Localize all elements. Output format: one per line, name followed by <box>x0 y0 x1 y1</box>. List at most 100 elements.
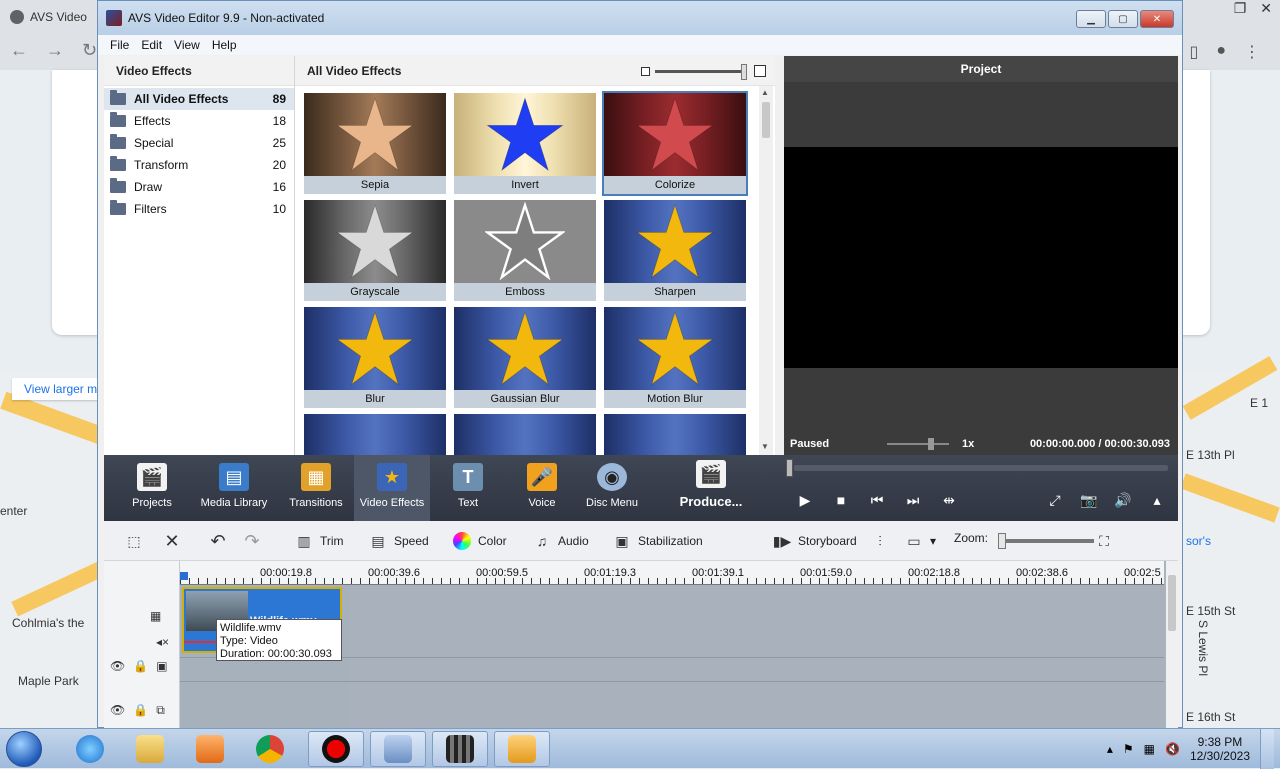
stop-icon[interactable]: ■ <box>830 489 852 511</box>
taskbar-control-panel[interactable] <box>494 731 550 767</box>
eye-icon[interactable]: 👁 <box>110 659 125 673</box>
speed-button[interactable]: ▤ Speed <box>368 531 428 551</box>
tool-projects[interactable]: 🎬 Projects <box>114 455 190 521</box>
effect-tile-motion-blur[interactable]: Motion Blur <box>604 307 746 408</box>
thumbnail-large-icon[interactable] <box>754 65 766 77</box>
effect-tile-partial[interactable] <box>604 414 746 455</box>
zoom-slider[interactable] <box>1004 539 1094 543</box>
play-icon[interactable]: ▶ <box>794 489 816 511</box>
menu-help[interactable]: Help <box>210 38 239 52</box>
taskbar-internet-explorer[interactable] <box>62 731 118 767</box>
category-filters[interactable]: Filters 10 <box>104 198 294 220</box>
network-warning-icon[interactable]: ⚑ <box>1123 742 1134 756</box>
trim-button[interactable]: ▥ Trim <box>294 531 343 551</box>
close-button[interactable]: ✕ <box>1140 10 1174 28</box>
tool-produce[interactable]: 🎬 Produce... <box>666 455 756 521</box>
taskbar-file-explorer[interactable] <box>122 731 178 767</box>
effect-tile-blur[interactable]: Blur <box>304 307 446 408</box>
tool-video-effects[interactable]: ★ Video Effects <box>354 455 430 521</box>
category-all-video-effects[interactable]: All Video Effects 89 <box>104 88 294 110</box>
stabilization-button[interactable]: ▣ Stabilization <box>612 531 702 551</box>
effect-tile-partial[interactable] <box>454 414 596 455</box>
fullscreen-icon[interactable]: ⤢ <box>1044 489 1066 511</box>
tool-voice[interactable]: 🎤 Voice <box>504 455 580 521</box>
color-button[interactable]: Color <box>452 531 507 551</box>
effect-tile-invert[interactable]: Invert <box>454 93 596 194</box>
undo-button[interactable]: ↶ <box>208 531 228 551</box>
select-icon[interactable]: ⬚ <box>124 531 144 551</box>
tray-expand-icon[interactable]: ▴ <box>1107 742 1113 756</box>
display-mode-button[interactable]: ▭ ▾ <box>904 531 936 551</box>
next-frame-icon[interactable]: ⏭ <box>902 489 924 511</box>
speed-slider-handle[interactable] <box>928 438 934 450</box>
network-icon[interactable]: ▦ <box>1144 742 1155 756</box>
tool-disc-menu[interactable]: ◉ Disc Menu <box>574 455 650 521</box>
effect-tile-sepia[interactable]: Sepia <box>304 93 446 194</box>
forward-icon[interactable]: → <box>46 40 64 61</box>
effect-tile-emboss[interactable]: Emboss <box>454 200 596 301</box>
timeline-ruler[interactable]: 00:00:19.8 00:00:39.6 00:00:59.5 00:01:1… <box>180 561 1164 585</box>
previous-frame-icon[interactable]: ⏮ <box>866 489 888 511</box>
effect-tile-gaussian-blur[interactable]: Gaussian Blur <box>454 307 596 408</box>
browser-tab[interactable]: AVS Video <box>10 6 100 28</box>
lock-icon[interactable]: 🔒 <box>133 703 148 718</box>
effect-tile-partial[interactable] <box>304 414 446 455</box>
minimize-button[interactable]: ▁ <box>1076 10 1106 28</box>
gallery-scroll-thumb[interactable] <box>762 102 770 138</box>
seek-bar[interactable] <box>794 465 1168 471</box>
reload-icon[interactable]: ↻ <box>82 40 97 61</box>
view-larger-map-link[interactable]: View larger m <box>12 378 110 400</box>
mute-speaker-icon[interactable]: ◂× <box>156 635 169 649</box>
maximize-button[interactable]: ▢ <box>1108 10 1138 28</box>
zoom-slider-handle[interactable] <box>998 533 1006 549</box>
playhead-marker[interactable] <box>180 572 188 580</box>
thumbnail-size-handle[interactable] <box>741 64 747 80</box>
browser-close-icon[interactable]: ✕ <box>1260 0 1272 17</box>
effect-tile-grayscale[interactable]: Grayscale <box>304 200 446 301</box>
system-clock[interactable]: 9:38 PM 12/30/2023 <box>1190 735 1250 763</box>
start-button[interactable] <box>6 731 42 767</box>
thumbnail-small-icon[interactable] <box>641 67 650 76</box>
tool-text[interactable]: T Text <box>430 455 506 521</box>
menu-file[interactable]: File <box>108 38 131 52</box>
show-desktop-button[interactable] <box>1260 729 1274 769</box>
category-transform[interactable]: Transform 20 <box>104 154 294 176</box>
audio-button[interactable]: ♫ Audio <box>532 531 589 551</box>
sidepanel-icon[interactable]: ▯ <box>1190 42 1199 62</box>
redo-button[interactable]: ↷ <box>242 531 262 551</box>
taskbar-avs-video-editor[interactable] <box>432 731 488 767</box>
delete-button[interactable]: ✕ <box>162 531 182 551</box>
browser-menu-icon[interactable]: ⋮ <box>1244 42 1260 62</box>
taskbar-chrome[interactable] <box>242 731 298 767</box>
tool-media-library[interactable]: ▤ Media Library <box>196 455 272 521</box>
category-draw[interactable]: Draw 16 <box>104 176 294 198</box>
back-icon[interactable]: ← <box>10 40 28 61</box>
speaker-muted-icon[interactable]: 🔇 <box>1165 742 1180 756</box>
effect-tile-colorize[interactable]: Colorize <box>602 91 748 196</box>
gallery-scrollbar[interactable]: ▲ ▼ <box>759 86 773 455</box>
category-effects[interactable]: Effects 18 <box>104 110 294 132</box>
menu-edit[interactable]: Edit <box>139 38 164 52</box>
browser-restore-icon[interactable]: ❐ <box>1234 0 1247 17</box>
storyboard-button[interactable]: ▮▶ Storyboard <box>772 531 857 551</box>
thumbnail-size-slider[interactable] <box>655 70 745 73</box>
taskbar-media-player[interactable] <box>182 731 238 767</box>
fit-timeline-button[interactable]: ⛶ <box>1094 531 1114 551</box>
volume-dropdown-icon[interactable]: ▴ <box>1146 489 1168 511</box>
split-icon[interactable]: ⇹ <box>938 489 960 511</box>
tool-transitions[interactable]: ▦ Transitions <box>278 455 354 521</box>
taskbar-keyboard-app[interactable] <box>370 731 426 767</box>
timeline-scrollbar[interactable] <box>1166 561 1178 729</box>
profile-icon[interactable]: ● <box>1216 42 1226 62</box>
category-special[interactable]: Special 25 <box>104 132 294 154</box>
scroll-up-icon[interactable]: ▲ <box>761 88 769 97</box>
taskbar-recorder[interactable] <box>308 731 364 767</box>
effect-tile-sharpen[interactable]: Sharpen <box>604 200 746 301</box>
menu-view[interactable]: View <box>172 38 202 52</box>
seek-handle[interactable] <box>786 459 793 477</box>
volume-icon[interactable]: 🔊 <box>1112 489 1134 511</box>
timeline-scroll-thumb[interactable] <box>1168 575 1176 631</box>
audio-mixer-button[interactable]: ⫶ <box>870 531 890 551</box>
speed-slider[interactable] <box>887 443 949 445</box>
snapshot-camera-icon[interactable]: 📷 <box>1078 489 1100 511</box>
